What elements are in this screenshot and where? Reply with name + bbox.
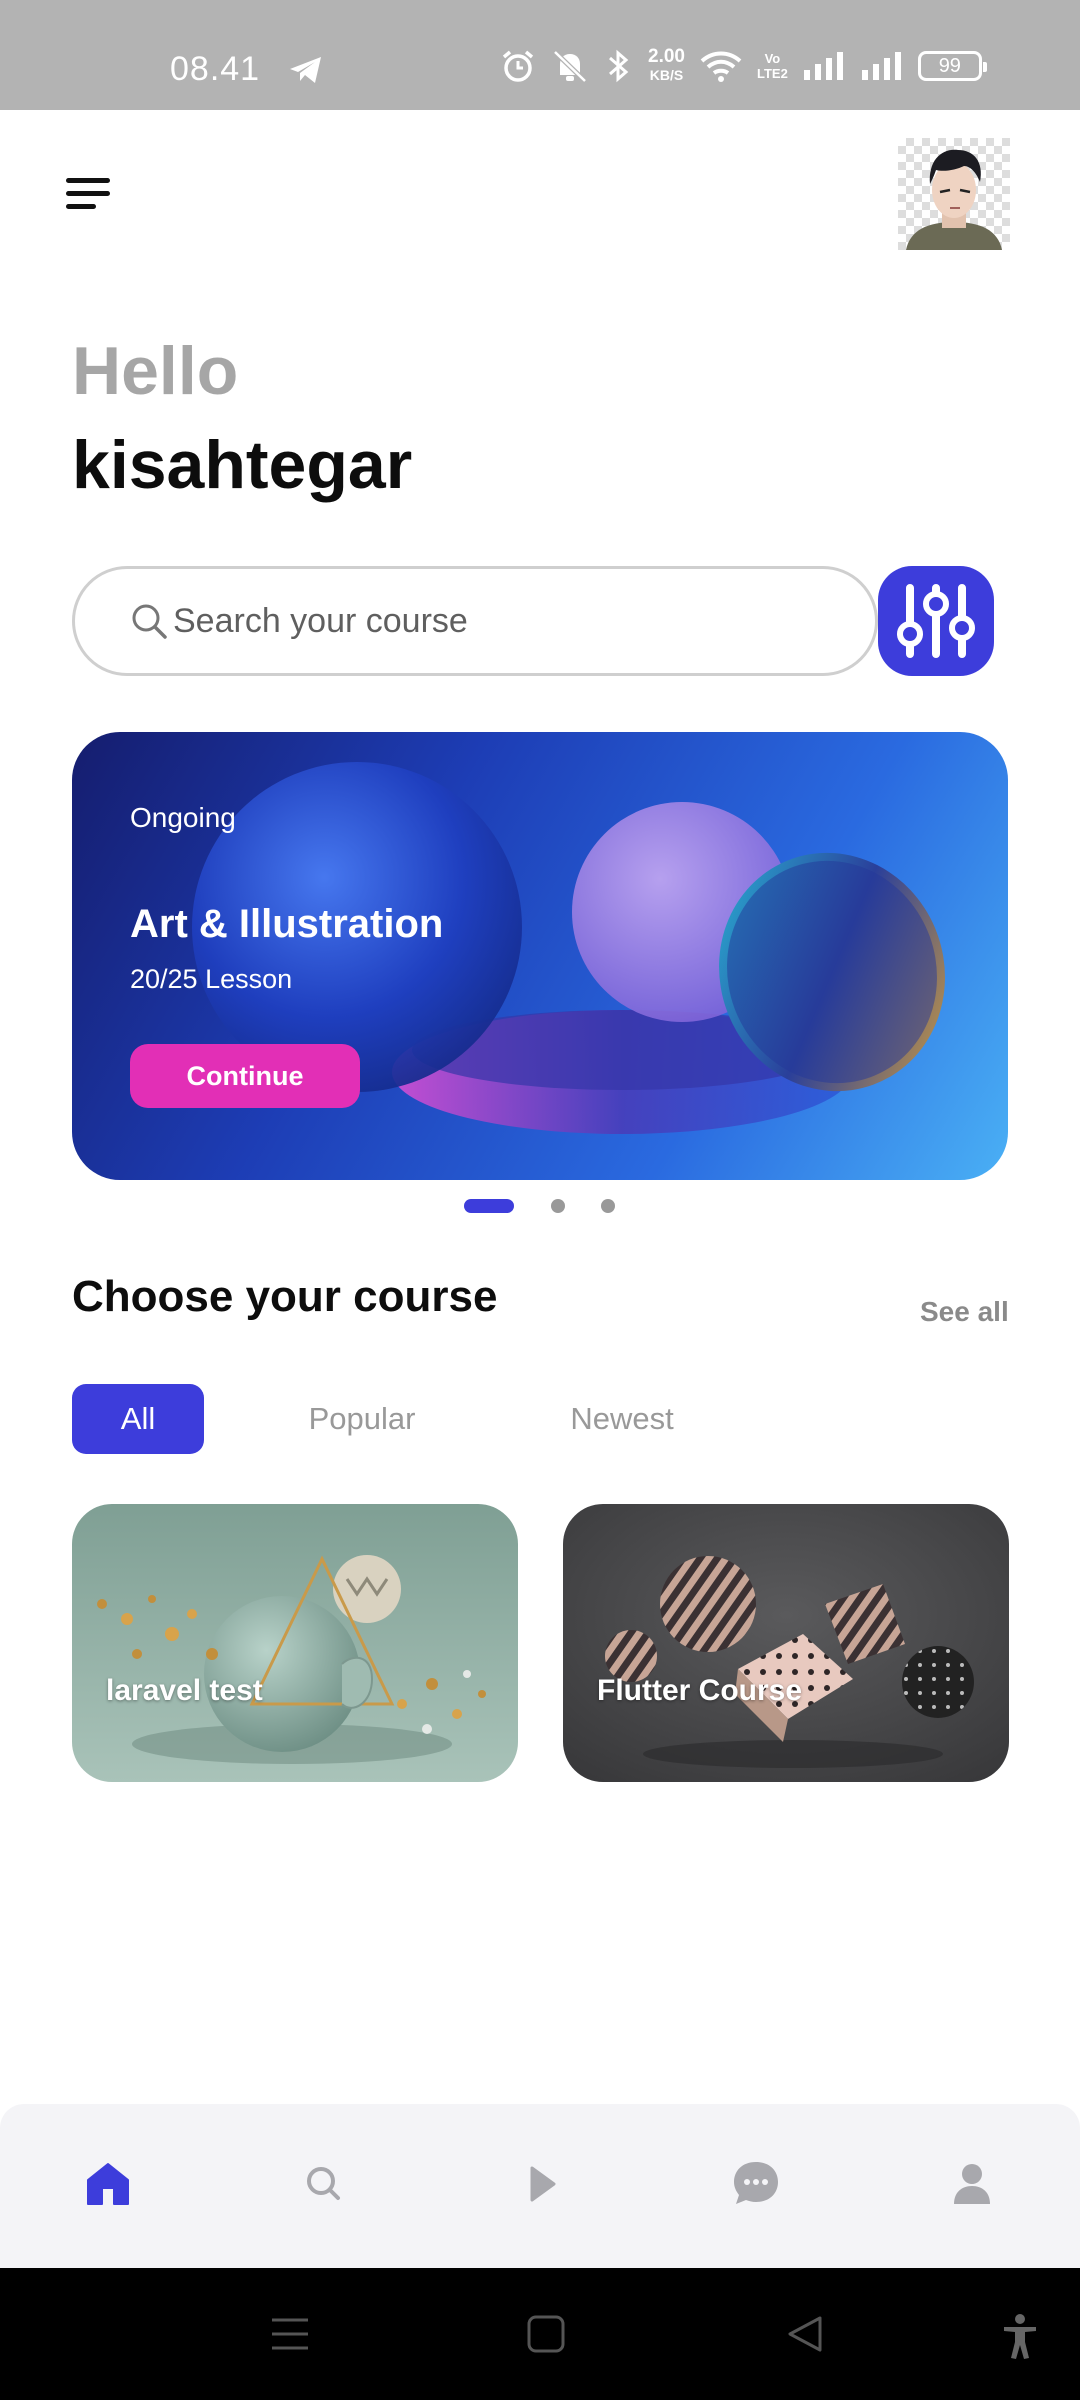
network-speed: 2.00 KB/S xyxy=(648,46,685,84)
play-icon xyxy=(530,2166,556,2202)
course-thumbnail xyxy=(563,1504,1009,1782)
username-heading: kisahtegar xyxy=(72,427,413,503)
search-box[interactable] xyxy=(72,566,878,676)
profile-icon xyxy=(954,2164,990,2204)
bottom-navigation xyxy=(0,2104,1080,2268)
banner-illustration xyxy=(192,762,945,1134)
recent-apps-icon[interactable] xyxy=(268,2312,312,2356)
accessibility-icon[interactable] xyxy=(998,2312,1042,2362)
hamburger-menu-icon xyxy=(66,178,110,183)
signal-icon-sim2 xyxy=(861,52,901,80)
signal-icon-sim1 xyxy=(803,52,843,80)
wifi-icon xyxy=(700,51,742,82)
banner-course-title: Art & Illustration xyxy=(130,902,444,946)
nav-search[interactable] xyxy=(294,2154,354,2214)
telegram-icon xyxy=(290,57,321,83)
filter-button[interactable] xyxy=(878,566,994,676)
nav-play[interactable] xyxy=(510,2154,570,2214)
course-card-laravel[interactable]: laravel test xyxy=(72,1504,518,1782)
home-icon xyxy=(87,2163,129,2205)
bluetooth-icon xyxy=(609,49,629,83)
home-system-icon[interactable] xyxy=(524,2312,568,2356)
carousel-dot-active[interactable] xyxy=(464,1199,514,1213)
carousel-indicator xyxy=(0,1196,1080,1216)
status-bar: 08.41 2.00 KB/S Vo LTE2 99 xyxy=(0,0,1080,110)
tab-all[interactable]: All xyxy=(72,1384,204,1454)
carousel-dot[interactable] xyxy=(551,1199,565,1213)
search-icon xyxy=(132,604,167,639)
network-speed-value: 2.00 xyxy=(648,46,685,67)
status-time: 08.41 xyxy=(170,50,261,88)
hamburger-menu-icon-line xyxy=(66,191,110,196)
back-icon[interactable] xyxy=(784,2312,828,2356)
course-card-flutter[interactable]: Flutter Course xyxy=(563,1504,1009,1782)
volte-indicator: Vo LTE2 xyxy=(757,51,788,81)
continue-button[interactable]: Continue xyxy=(130,1044,360,1108)
section-title: Choose your course xyxy=(72,1272,498,1321)
volte-line1: Vo xyxy=(764,51,781,66)
course-title: Flutter Course xyxy=(597,1674,803,1707)
menu-button[interactable] xyxy=(66,178,112,210)
alarm-icon xyxy=(502,50,534,82)
volte-line2: LTE2 xyxy=(756,66,788,81)
search-icon xyxy=(307,2167,340,2200)
avatar[interactable] xyxy=(898,138,1010,250)
tab-newest[interactable]: Newest xyxy=(552,1384,692,1454)
nav-chat[interactable] xyxy=(726,2154,786,2214)
course-thumbnail xyxy=(72,1504,518,1782)
user-avatar-icon xyxy=(906,149,1002,250)
ongoing-course-banner[interactable]: Ongoing Art & Illustration 20/25 Lesson … xyxy=(72,732,1008,1180)
sliders-icon xyxy=(897,584,975,658)
network-speed-unit: KB/S xyxy=(649,67,684,83)
hamburger-menu-icon-line xyxy=(66,204,96,209)
system-navigation-bar xyxy=(0,2268,1080,2400)
battery-indicator: 99 xyxy=(917,51,987,81)
banner-lesson-progress: 20/25 Lesson xyxy=(130,964,293,994)
banner-status: Ongoing xyxy=(130,802,236,833)
status-icons: 2.00 KB/S Vo LTE2 99 xyxy=(500,46,987,84)
see-all-link[interactable]: See all xyxy=(920,1296,1009,1328)
greeting-text: Hello xyxy=(72,333,239,409)
nav-profile[interactable] xyxy=(942,2154,1002,2214)
search-input[interactable] xyxy=(173,601,813,641)
carousel-dot[interactable] xyxy=(601,1199,615,1213)
nav-home[interactable] xyxy=(78,2154,138,2214)
chat-icon xyxy=(734,2162,778,2204)
mute-bell-icon xyxy=(553,50,587,83)
course-title: laravel test xyxy=(106,1674,263,1707)
tab-popular[interactable]: Popular xyxy=(292,1384,432,1454)
